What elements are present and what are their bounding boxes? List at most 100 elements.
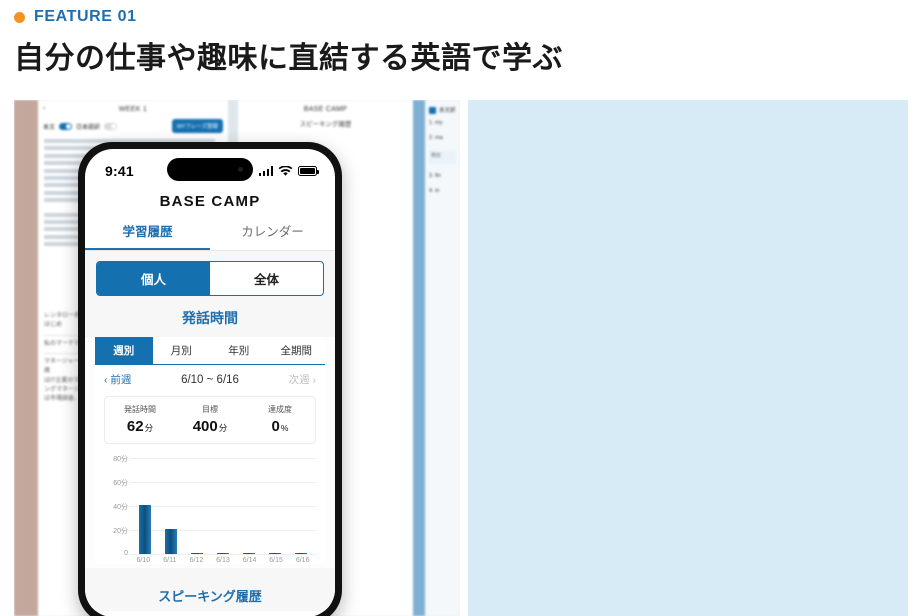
bg-week-title: WEEK 1 xyxy=(118,106,148,113)
speech-time-bar-chart: 80分 60分 40分 20分 0 xyxy=(104,456,316,557)
chart-y-tick: 60分 xyxy=(113,480,128,487)
left-phone-screen: 9:41 BASE CAMP 学習履歴 カレンダー 個人 全体 発話時間 週別 … xyxy=(85,149,335,616)
bg-vocab-item: 1. my xyxy=(429,120,443,126)
stat-number: 62 xyxy=(126,418,144,435)
chart-bar xyxy=(242,552,256,554)
bg-basecamp-title: BASE CAMP xyxy=(303,106,348,113)
feature-eyebrow: FEATURE 01 xyxy=(14,8,922,26)
stat-speech-time: 発話時間 62分 xyxy=(105,404,175,435)
tab-calendar[interactable]: カレンダー xyxy=(210,219,335,250)
stat-label: 発話時間 xyxy=(124,405,156,414)
next-week-button[interactable]: 次週 › xyxy=(289,372,316,387)
stat-value: 0% xyxy=(245,418,315,435)
stat-label: 目標 xyxy=(202,405,218,414)
period-tab-all[interactable]: 全期間 xyxy=(268,337,326,364)
stat-unit: % xyxy=(280,423,289,433)
chart-bar xyxy=(164,528,178,554)
app-title: BASE CAMP xyxy=(159,193,261,210)
chart-bars xyxy=(132,458,314,554)
stats-row: 発話時間 62分 目標 400分 達成度 0% xyxy=(104,396,316,444)
bg-vocab-note: 例文 xyxy=(429,150,456,164)
chart-bar-column xyxy=(290,458,312,554)
segment-individual[interactable]: 個人 xyxy=(97,262,210,295)
chart-y-tick: 40分 xyxy=(113,504,128,511)
chart-bar xyxy=(190,552,204,554)
section-title-speech-time: 発話時間 xyxy=(85,304,335,337)
stat-value: 400分 xyxy=(175,418,245,435)
status-bar: 9:41 xyxy=(85,149,335,187)
bg-vocab-item: 4. in xyxy=(429,187,440,194)
bg-source-label: 本文 xyxy=(43,124,56,131)
bg-vocab-header: 本文訳 xyxy=(429,106,456,114)
speaking-history-link[interactable]: スピーキング履歴 xyxy=(85,568,335,611)
stat-label: 達成度 xyxy=(268,405,292,414)
bullet-dot-icon xyxy=(14,11,25,23)
chart-gridline xyxy=(130,554,316,555)
bg-toolbar: 本文 日本語訳 MYフレーズ登録 xyxy=(38,113,228,133)
stat-goal: 目標 400分 xyxy=(175,404,245,435)
chart-bar-column xyxy=(212,458,234,554)
chart-bar xyxy=(294,552,308,554)
stat-unit: 分 xyxy=(218,423,228,433)
period-tab-yearly[interactable]: 年別 xyxy=(210,337,268,364)
bg-vocab-item: 3. fin xyxy=(429,172,441,179)
prev-week-button[interactable]: ‹ 前週 xyxy=(104,372,131,387)
left-phone-mockup: 9:41 BASE CAMP 学習履歴 カレンダー 個人 全体 発話時間 週別 … xyxy=(78,142,342,616)
tab-learning-history[interactable]: 学習履歴 xyxy=(85,219,210,250)
chart-x-tick: 6/10 xyxy=(136,557,151,564)
page-header: FEATURE 01 自分の仕事や趣味に直結する英語で学ぶ xyxy=(0,0,922,77)
week-navigation: ‹ 前週 6/10 ~ 6/16 次週 › xyxy=(95,365,325,394)
chart-y-tick: 80分 xyxy=(113,456,128,463)
feature-label: FEATURE 01 xyxy=(34,8,137,25)
right-panel: 本文 日本語訳 + MYフレーズ登録 Hello, my name is Ren… xyxy=(468,100,908,616)
period-tab-monthly[interactable]: 月別 xyxy=(153,337,211,364)
feature-panels: ‹ WEEK 1 本文 日本語訳 MYフレーズ登録 レンタロー名 はじめ 私のマ… xyxy=(14,100,908,616)
stat-value: 62分 xyxy=(105,418,175,435)
chart-y-tick: 0 xyxy=(124,550,128,557)
bg-vocab-title: 本文訳 xyxy=(439,108,456,114)
chart-bar xyxy=(268,552,282,554)
chart-x-tick: 6/11 xyxy=(163,557,177,564)
main-tabs: 学習履歴 カレンダー xyxy=(85,219,335,251)
chart-bar xyxy=(216,552,230,554)
chart-bar-column xyxy=(186,458,208,554)
left-panel: ‹ WEEK 1 本文 日本語訳 MYフレーズ登録 レンタロー名 はじめ 私のマ… xyxy=(14,100,460,616)
chart-x-axis-labels: 6/10 6/11 6/12 6/13 6/14 6/15 6/16 xyxy=(104,557,316,564)
chart-bar-column xyxy=(134,458,156,554)
bg-check-icon xyxy=(429,106,436,114)
chart-x-tick: 6/12 xyxy=(189,557,204,564)
chart-x-tick: 6/16 xyxy=(295,557,310,564)
page-title: 自分の仕事や趣味に直結する英語で学ぶ xyxy=(14,42,563,75)
prev-week-label: 前週 xyxy=(110,374,132,386)
stat-number: 400 xyxy=(192,418,218,435)
stat-number: 0 xyxy=(271,418,280,435)
bg-vocab-item: 2. ma xyxy=(429,135,443,141)
stat-unit: 分 xyxy=(144,423,154,433)
battery-icon xyxy=(298,166,319,176)
chart-x-tick: 6/13 xyxy=(216,557,230,564)
status-icons xyxy=(258,165,319,177)
bg-translation-label: 日本語訳 xyxy=(76,124,101,131)
scope-segment: 個人 全体 xyxy=(96,261,324,296)
signal-bars-icon xyxy=(258,166,273,176)
next-week-label: 次週 xyxy=(288,374,310,386)
status-clock: 9:41 xyxy=(105,163,134,179)
bg-source-toggle xyxy=(59,122,73,130)
bg-edge-left xyxy=(14,100,38,616)
bg-back-chevron-icon: ‹ xyxy=(43,105,46,112)
chart-bar-column xyxy=(238,458,260,554)
chart-y-tick: 20分 xyxy=(113,528,128,535)
period-tab-weekly[interactable]: 週別 xyxy=(95,337,153,364)
chart-bar xyxy=(138,504,152,554)
week-range-label: 6/10 ~ 6/16 xyxy=(181,373,239,386)
segment-overall[interactable]: 全体 xyxy=(210,262,323,295)
bg-speaking-history: スピーキング履歴 xyxy=(299,121,352,128)
wifi-icon xyxy=(278,165,293,176)
bg-translation-toggle xyxy=(104,122,118,130)
chart-bar-column xyxy=(160,458,182,554)
period-tabs: 週別 月別 年別 全期間 xyxy=(95,337,325,365)
bg-vocab-list: 本文訳 1. my 2. ma 例文 3. fin 4. in xyxy=(425,100,460,209)
period-card: 週別 月別 年別 全期間 ‹ 前週 6/10 ~ 6/16 次週 › 発話時間 … xyxy=(95,337,325,564)
bg-screen-vocab: 本文訳 1. my 2. ma 例文 3. fin 4. in xyxy=(425,100,460,616)
bg-myphrase-button: MYフレーズ登録 xyxy=(172,119,223,133)
